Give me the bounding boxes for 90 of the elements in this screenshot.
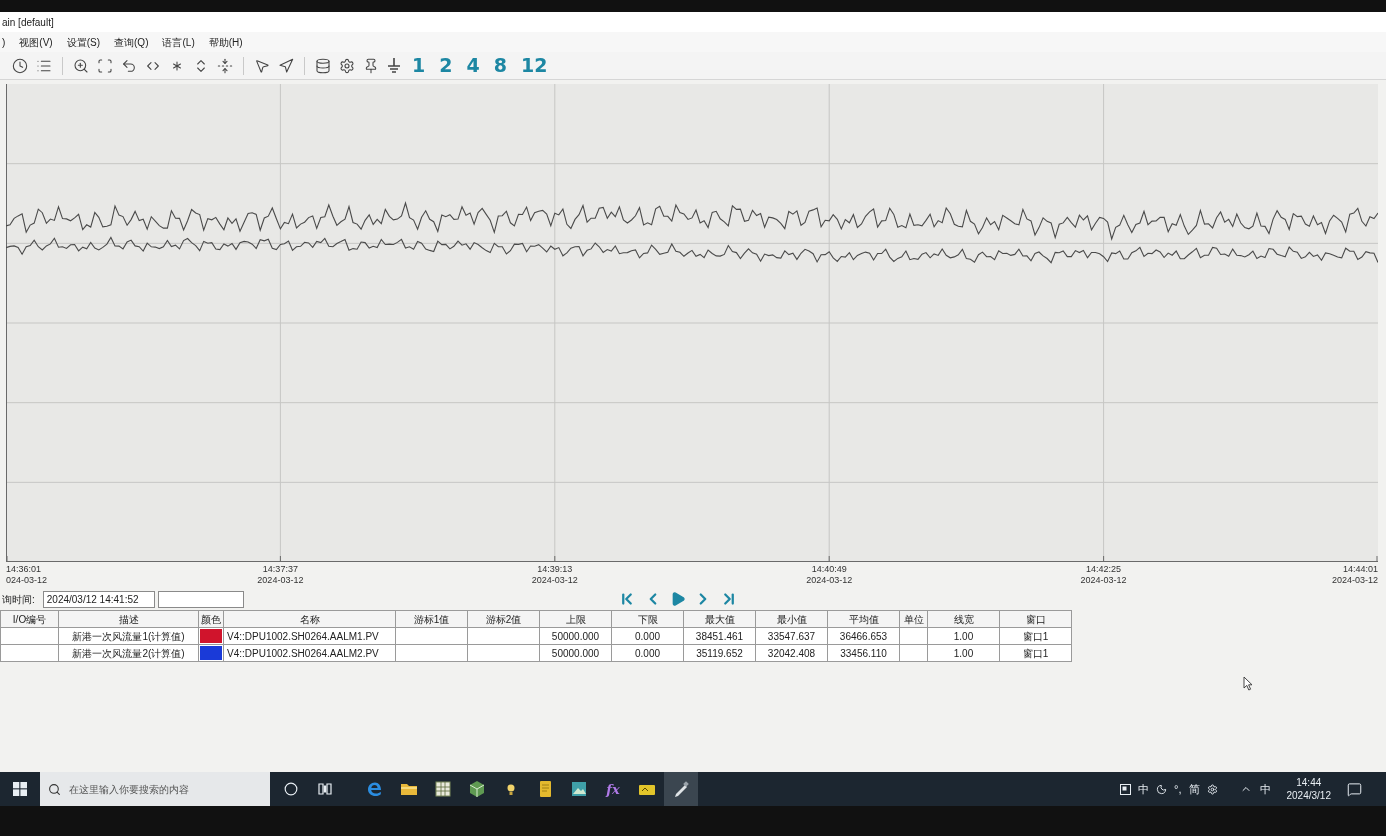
table-cell: 窗口1 <box>999 627 1072 645</box>
cube-icon[interactable] <box>467 779 487 799</box>
axis-date-label: 2024-03-12 <box>257 575 304 586</box>
clock-time[interactable]: 14:44 <box>1296 776 1322 789</box>
spreadsheet-icon[interactable] <box>433 779 453 799</box>
table-cell: 0.000 <box>611 644 684 662</box>
column-header[interactable]: 游标2值 <box>467 610 540 628</box>
undo-icon[interactable] <box>121 57 137 74</box>
column-header[interactable]: I/O编号 <box>0 610 59 628</box>
table-cell: 33547.637 <box>755 627 828 645</box>
table-cell: 50000.000 <box>539 627 612 645</box>
zoom-icon[interactable] <box>73 57 89 74</box>
scale-button[interactable]: 2 <box>436 56 456 75</box>
table-cell: 33456.110 <box>827 644 900 662</box>
menu-item[interactable]: 查询(Q) <box>114 34 149 50</box>
menu-item[interactable]: 帮助(H) <box>208 34 243 50</box>
search-placeholder: 在这里输入你要搜索的内容 <box>69 782 189 797</box>
axis-date-label: 024-03-12 <box>6 575 48 586</box>
menu-item[interactable]: 视图(V) <box>19 34 53 50</box>
settings-icon[interactable] <box>339 57 355 74</box>
ground-symbol-icon[interactable] <box>387 57 401 74</box>
table-cell: V4::DPU1002.SH0264.AALM2.PV <box>223 644 396 662</box>
table-cell: 32042.408 <box>755 644 828 662</box>
windows-logo-icon[interactable] <box>13 782 27 796</box>
circle-icon[interactable] <box>284 782 298 796</box>
table-cell: 窗口1 <box>999 644 1072 662</box>
axis-time-label: 14:37:37 <box>262 564 298 575</box>
column-header[interactable]: 最大值 <box>683 610 756 628</box>
notification-icon[interactable] <box>1347 781 1362 797</box>
column-header[interactable]: 上限 <box>539 610 612 628</box>
column-header[interactable]: 单位 <box>899 610 928 628</box>
navigation-arrow-icon[interactable] <box>278 57 294 74</box>
table-cell: 50000.000 <box>539 644 612 662</box>
fit-view-icon[interactable] <box>97 57 113 74</box>
task-view-icon[interactable] <box>318 782 332 796</box>
axis-time-label: 14:42:25 <box>1086 564 1122 575</box>
script-label[interactable]: 简 <box>1188 780 1200 798</box>
column-header[interactable]: 游标1值 <box>395 610 468 628</box>
menu-item[interactable]: ) <box>2 34 6 50</box>
table-cell: 新港一次风流量1(计算值) <box>58 627 199 645</box>
column-header[interactable]: 线宽 <box>927 610 1000 628</box>
formula-app-button[interactable]: fx <box>604 782 622 796</box>
scale-button[interactable]: 4 <box>463 56 483 75</box>
axis-time-label: 14:39:13 <box>537 564 573 575</box>
scale-button[interactable]: 12 <box>517 56 551 75</box>
axis-date-label: 2024-03-12 <box>531 575 578 586</box>
column-header[interactable]: 描述 <box>58 610 199 628</box>
ime-toolbar-icon[interactable] <box>1120 783 1132 795</box>
search-icon <box>48 782 61 796</box>
column-header[interactable]: 颜色 <box>198 610 224 628</box>
axis-date-label: 2024-03-12 <box>1331 575 1378 586</box>
input-field[interactable] <box>157 590 244 608</box>
query-time-field[interactable]: 2024/03/12 14:41:52 <box>42 590 155 608</box>
query-time-label: 询时间: <box>2 592 35 607</box>
column-header[interactable]: 下限 <box>611 610 684 628</box>
table-cell: 35119.652 <box>683 644 756 662</box>
column-header[interactable]: 名称 <box>223 610 396 628</box>
picture-icon[interactable] <box>569 779 589 799</box>
pointer-icon[interactable] <box>254 57 270 74</box>
taskbar-search-field[interactable]: 在这里输入你要搜索的内容 <box>40 772 270 806</box>
axis-date-label: 2024-03-12 <box>1080 575 1127 586</box>
punctuation-label[interactable]: °, <box>1174 780 1182 798</box>
axis-time-label: 14:36:01 <box>6 564 42 575</box>
axis-time-label: 14:40:49 <box>811 564 847 575</box>
menu-item[interactable]: 设置(S) <box>66 34 101 50</box>
moon-icon[interactable] <box>1156 783 1168 795</box>
mouse-cursor-icon <box>1243 676 1253 691</box>
fold-icon[interactable] <box>217 57 233 74</box>
axis-time-label: 14:44:01 <box>1342 564 1378 575</box>
table-cell: 1.00 <box>927 627 1000 645</box>
ime-mode-label[interactable]: 中 <box>1138 780 1150 798</box>
table-cell: 1.00 <box>927 644 1000 662</box>
input-language-label[interactable]: 中 <box>1259 780 1271 798</box>
scale-button[interactable]: 1 <box>409 56 429 75</box>
table-cell: 0.000 <box>611 627 684 645</box>
table-cell: 新港一次风流量2(计算值) <box>58 644 199 662</box>
pin-icon[interactable] <box>363 57 379 74</box>
table-cell: 38451.461 <box>683 627 756 645</box>
column-header[interactable]: 窗口 <box>999 610 1072 628</box>
database-icon[interactable] <box>315 57 331 74</box>
axis-date-label: 2024-03-12 <box>806 575 853 586</box>
column-header[interactable]: 平均值 <box>827 610 900 628</box>
window-title: ain [default] <box>2 15 54 30</box>
menu-item[interactable]: 语言(L) <box>162 34 195 50</box>
column-header[interactable]: 最小值 <box>755 610 828 628</box>
scale-button[interactable]: 8 <box>490 56 510 75</box>
clock-icon[interactable] <box>12 57 28 74</box>
table-cell: V4::DPU1002.SH0264.AALM1.PV <box>223 627 396 645</box>
clock-date[interactable]: 2024/3/12 <box>1286 789 1331 802</box>
table-cell: 36466.653 <box>827 627 900 645</box>
